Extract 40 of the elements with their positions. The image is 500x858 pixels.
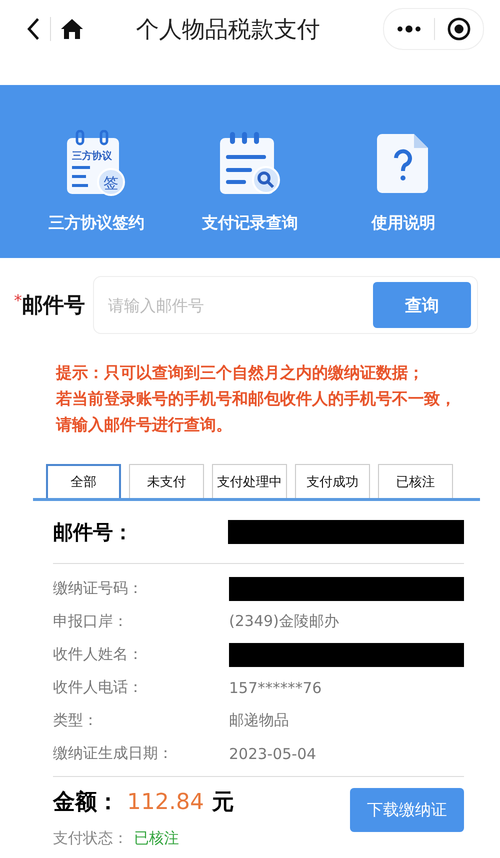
field-label: *邮件号 [14,291,85,319]
home-icon [61,18,83,40]
field-label: 缴纳证号码： [53,579,144,598]
status-tab[interactable]: 未支付 [129,464,204,498]
amount-value: 112.84 [127,790,204,815]
field-value: (2349)金陵邮办 [229,612,339,631]
close-button[interactable] [447,17,471,41]
query-button[interactable]: 查询 [373,282,471,328]
field-label: 收件人电话： [53,678,144,697]
back-icon [26,17,40,41]
status-tab[interactable]: 全部 [46,464,121,498]
shortcut-item[interactable]: 三方协议 签 三方协议签约 [32,85,162,234]
status-tab[interactable]: 支付处理中 [212,464,287,498]
more-icon [396,24,422,34]
field-value: 2023-05-04 [229,744,316,762]
home-button[interactable] [61,18,83,40]
tracking-number-field[interactable]: 请输入邮件号 查询 [93,276,478,334]
status-tab[interactable]: 已核注 [378,464,453,498]
field-label: 支付状态： [53,829,128,848]
shortcut-item[interactable]: 支付记录查询 [184,85,315,234]
status-value: 已核注 [134,829,179,848]
field-label: 邮件号： [53,518,134,546]
amount-label: 金额： [53,789,119,817]
shortcut-item[interactable]: 使用说明 [338,85,468,234]
target-icon [447,17,471,41]
more-button[interactable] [396,24,422,34]
back-button[interactable] [26,17,40,41]
field-label: 申报口岸： [53,612,129,631]
currency-label: 元 [212,789,234,817]
field-label: 缴纳证生成日期： [53,744,174,763]
download-button[interactable]: 下载缴纳证 [350,788,464,832]
status-tab[interactable]: 支付成功 [295,464,370,498]
hint-text: 若当前登录账号的手机号和邮包收件人的手机号不一致，请输入邮件号进行查询。 [56,388,457,436]
page-title: 个人物品税款支付 [135,16,321,44]
hint-text: 提示：只可以查询到三个自然月之内的缴纳证数据； [56,362,425,384]
field-value: 157******76 [229,678,322,696]
notepad-search-icon [218,130,282,196]
field-value: 邮递物品 [229,711,289,730]
field-label: 类型： [53,711,99,730]
field-label: 收件人姓名： [53,645,144,664]
